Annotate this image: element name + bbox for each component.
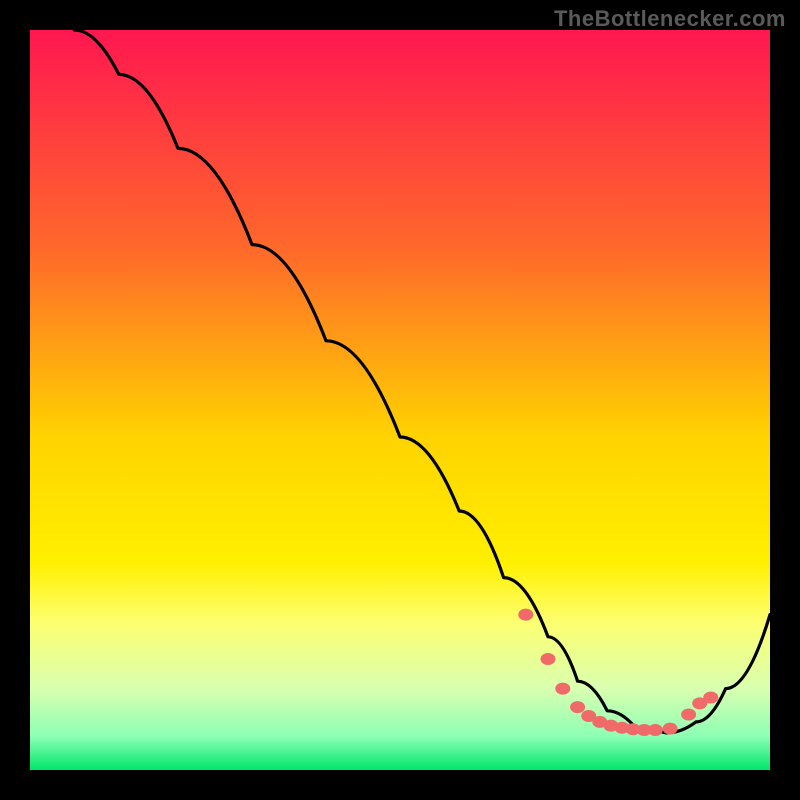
data-dot: [541, 653, 556, 665]
data-dot: [518, 609, 533, 621]
bottleneck-chart: [30, 30, 770, 770]
data-dot: [703, 692, 718, 704]
gradient-background: [30, 30, 770, 770]
data-dot: [648, 724, 663, 736]
chart-svg: [30, 30, 770, 770]
data-dot: [663, 723, 678, 735]
data-dot: [681, 709, 696, 721]
data-dot: [570, 701, 585, 713]
data-dot: [555, 683, 570, 695]
watermark-text: TheBottlenecker.com: [554, 6, 786, 32]
chart-frame: TheBottlenecker.com: [0, 0, 800, 800]
